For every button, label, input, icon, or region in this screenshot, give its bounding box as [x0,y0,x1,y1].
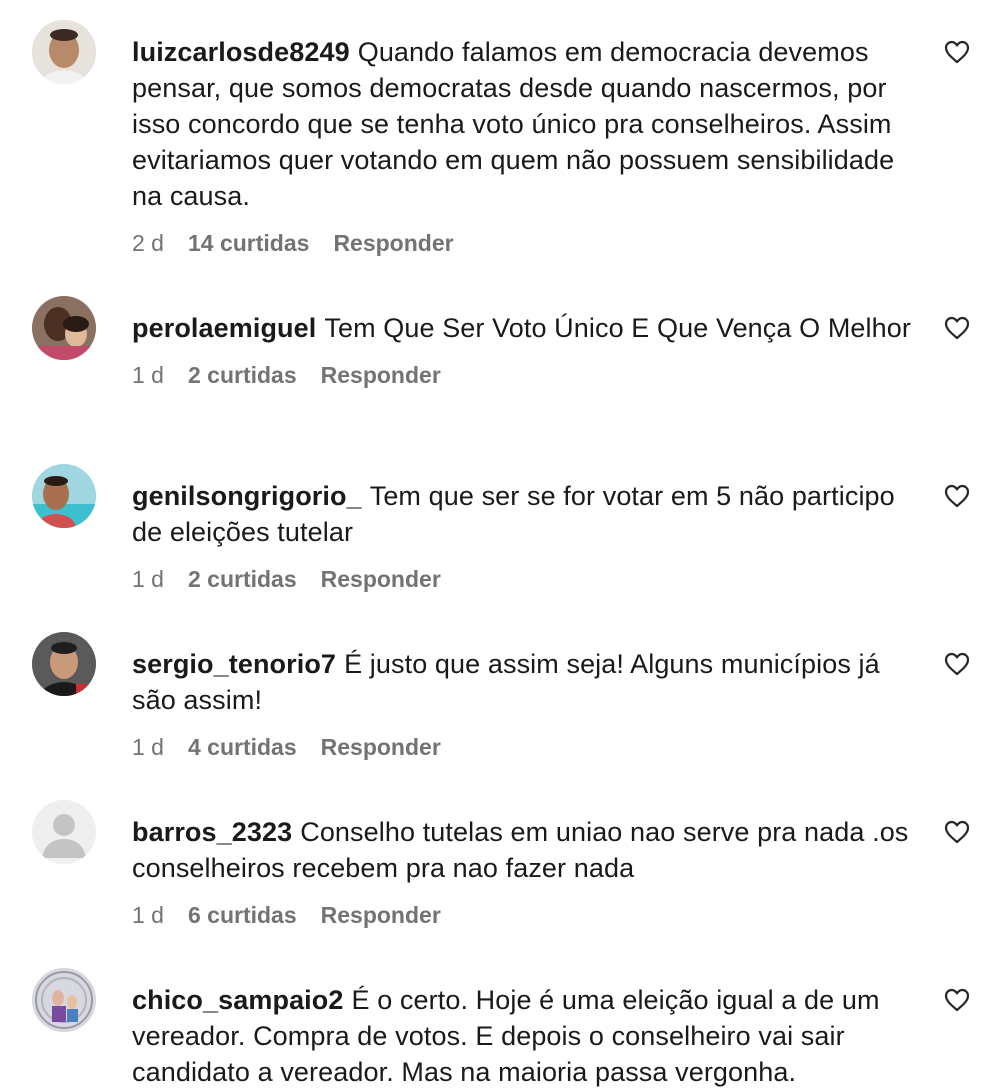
comment-text-block: genilsongrigorio_ Tem que ser se for vota… [132,478,922,550]
avatar[interactable] [32,296,96,360]
comment-text-block: perolaemiguel Tem Que Ser Voto Único E Qu… [132,310,922,346]
comment-meta: 1 d 2 curtidas Responder [132,564,922,594]
comment-likes[interactable]: 14 curtidas [188,228,309,258]
comment-time: 2 d [132,230,164,256]
comment-username[interactable]: chico_sampaio2 [132,985,344,1015]
comment-body: luizcarlosde8249 Quando falamos em democr… [132,34,922,258]
comment-meta: 2 d 14 curtidas Responder [132,228,922,258]
comment-text-block: sergio_tenorio7 É justo que assim seja! A… [132,646,922,718]
comment-likes[interactable]: 2 curtidas [188,360,297,390]
comment-time: 1 d [132,362,164,388]
heart-outline-icon[interactable] [944,40,970,64]
comment-username[interactable]: genilsongrigorio_ [132,481,362,511]
comment-body: barros_2323 Conselho tutelas em uniao nao… [132,814,922,930]
reply-button[interactable]: Responder [321,900,441,930]
reply-button[interactable]: Responder [333,228,453,258]
comment-time: 1 d [132,566,164,592]
comment-time: 1 d [132,902,164,928]
comment-text-block: barros_2323 Conselho tutelas em uniao nao… [132,814,922,886]
comment-likes[interactable]: 4 curtidas [188,732,297,762]
comment-username[interactable]: perolaemiguel [132,313,316,343]
comment-text: Tem Que Ser Voto Único E Que Vença O Mel… [324,313,911,343]
reply-button[interactable]: Responder [321,732,441,762]
comment-body: sergio_tenorio7 É justo que assim seja! A… [132,646,922,762]
comment-body: chico_sampaio2 É o certo. Hoje é uma elei… [132,982,922,1090]
reply-button[interactable]: Responder [321,564,441,594]
comment-likes[interactable]: 2 curtidas [188,564,297,594]
comment-time: 1 d [132,734,164,760]
reply-button[interactable]: Responder [321,360,441,390]
avatar[interactable] [32,968,96,1032]
comment-meta: 1 d 2 curtidas Responder [132,360,922,390]
comment-text-block: chico_sampaio2 É o certo. Hoje é uma elei… [132,982,922,1090]
heart-outline-icon[interactable] [944,652,970,676]
avatar[interactable] [32,632,96,696]
comment-username[interactable]: sergio_tenorio7 [132,649,336,679]
comment-body: perolaemiguel Tem Que Ser Voto Único E Qu… [132,310,922,390]
comment-text-block: luizcarlosde8249 Quando falamos em democr… [132,34,922,214]
default-avatar-icon[interactable] [32,800,96,864]
avatar[interactable] [32,464,96,528]
avatar[interactable] [32,20,96,84]
comment-username[interactable]: barros_2323 [132,817,292,847]
heart-outline-icon[interactable] [944,484,970,508]
comment-likes[interactable]: 6 curtidas [188,900,297,930]
heart-outline-icon[interactable] [944,820,970,844]
comment-username[interactable]: luizcarlosde8249 [132,37,350,67]
heart-outline-icon[interactable] [944,316,970,340]
comment-meta: 1 d 6 curtidas Responder [132,900,922,930]
comment-meta: 1 d 4 curtidas Responder [132,732,922,762]
comment-body: genilsongrigorio_ Tem que ser se for vota… [132,478,922,594]
heart-outline-icon[interactable] [944,988,970,1012]
